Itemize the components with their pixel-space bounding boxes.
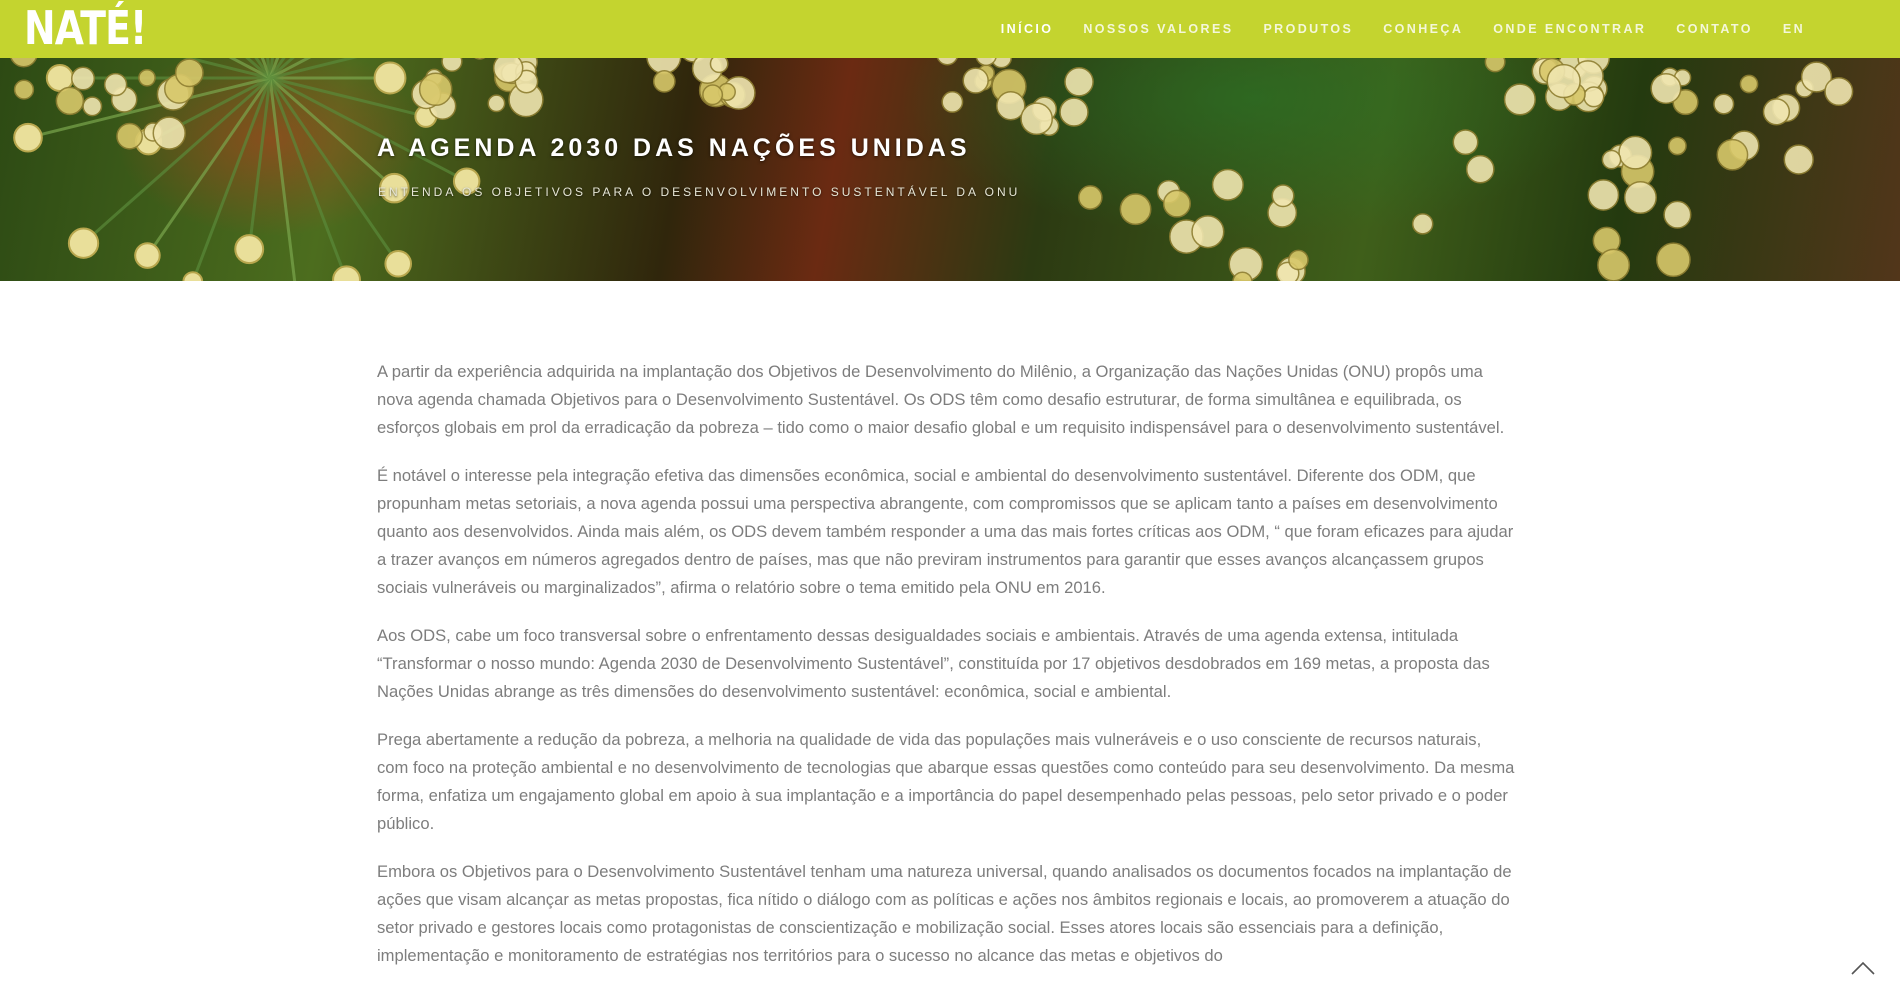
- main-nav: INÍCIO NOSSOS VALORES PRODUTOS CONHEÇA O…: [971, 0, 1805, 58]
- article-paragraph: Aos ODS, cabe um foco transversal sobre …: [377, 626, 1490, 701]
- article-paragraph: É notável o interesse pela integração ef…: [377, 466, 1514, 597]
- hero-banner: A AGENDA 2030 DAS NAÇÕES UNIDAS ENTENDA …: [0, 58, 1900, 281]
- page-title: A AGENDA 2030 DAS NAÇÕES UNIDAS: [377, 134, 971, 162]
- article-paragraph: Embora os Objetivos para o Desenvolvimen…: [377, 862, 1512, 965]
- chevron-up-icon: [1851, 961, 1875, 975]
- article-paragraph: Prega abertamente a redução da pobreza, …: [377, 730, 1515, 833]
- nav-item-produtos[interactable]: PRODUTOS: [1263, 22, 1353, 36]
- nav-item-contato[interactable]: CONTATO: [1676, 22, 1753, 36]
- site-header: NATÉ! INÍCIO NOSSOS VALORES PRODUTOS CON…: [0, 0, 1900, 58]
- nav-item-conheca[interactable]: CONHEÇA: [1383, 22, 1463, 36]
- flower-background-image: [10, 58, 1854, 281]
- page-subtitle: ENTENDA OS OBJETIVOS PARA O DESENVOLVIME…: [378, 185, 1021, 199]
- article-body: A partir da experiência adquirida na imp…: [377, 358, 1517, 990]
- nav-item-onde-encontrar[interactable]: ONDE ENCONTRAR: [1493, 22, 1646, 36]
- back-to-top-button[interactable]: [1850, 958, 1876, 978]
- nav-item-nossos-valores[interactable]: NOSSOS VALORES: [1083, 22, 1233, 36]
- nav-item-inicio[interactable]: INÍCIO: [1001, 22, 1054, 36]
- language-switch-en[interactable]: EN: [1783, 22, 1805, 36]
- article-paragraph: A partir da experiência adquirida na imp…: [377, 362, 1505, 437]
- site-logo[interactable]: NATÉ!: [24, 4, 147, 52]
